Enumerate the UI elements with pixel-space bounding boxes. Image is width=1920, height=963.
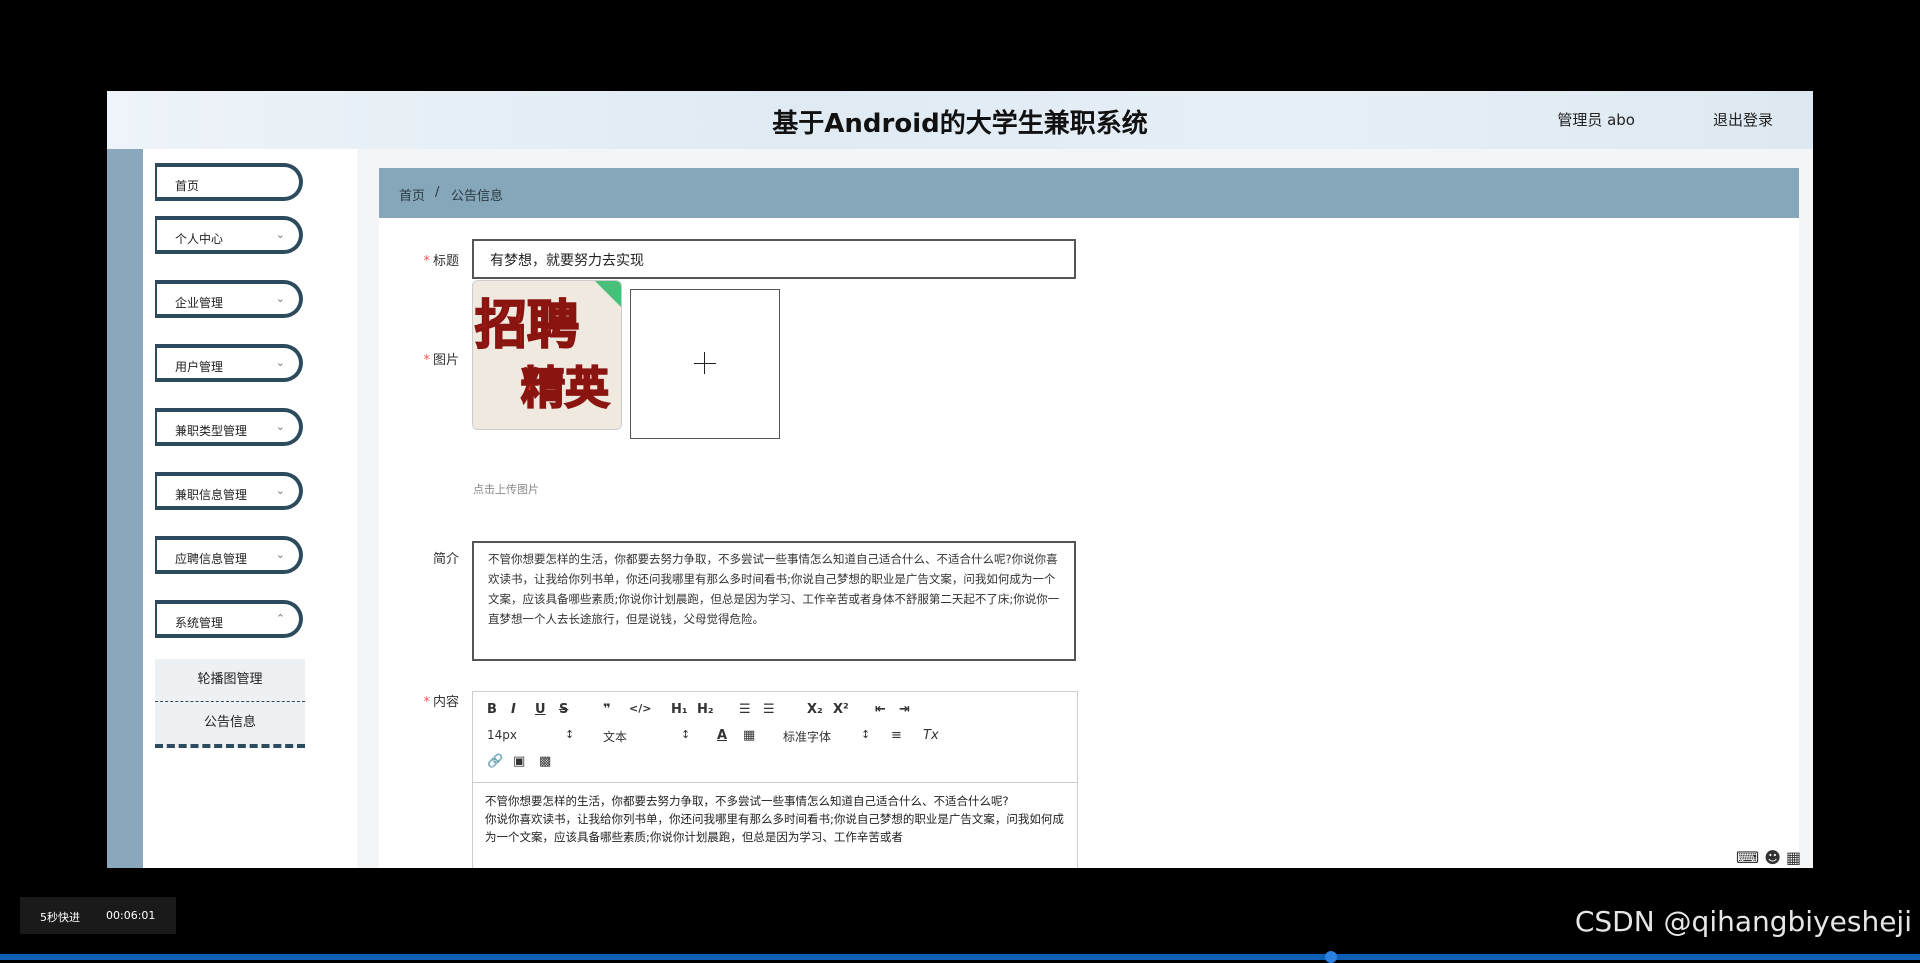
editor-content[interactable]: 不管你想要怎样的生活，你都要去努力争取，不多尝试一些事情怎么知道自己适合什么、不… xyxy=(485,792,1065,846)
sidebar-item-label: 首页 xyxy=(175,179,200,193)
sidebar-item-jobinfo[interactable]: 兼职信息管理 ⌄ xyxy=(155,472,303,510)
bold-button[interactable]: B xyxy=(487,702,497,717)
background-color-icon[interactable]: ▦ xyxy=(743,728,755,743)
person-icon[interactable]: ☻ xyxy=(1764,848,1781,867)
title-label: * 标题 xyxy=(423,254,459,269)
chevron-updown-icon: ↕ xyxy=(681,728,691,741)
indent-button[interactable]: ⇥ xyxy=(899,702,910,717)
breadcrumb-separator: / xyxy=(435,185,440,200)
editor-paragraph: 不管你想要怎样的生活，你都要去努力争取，不多尝试一些事情怎么知道自己适合什么、不… xyxy=(485,794,1009,808)
notice-form: * 标题 有梦想，就要努力去实现 * 图片 招聘 精英 点击上传图片 简介 不管你想… xyxy=(379,218,1799,868)
chevron-updown-icon: ↕ xyxy=(861,728,871,741)
sidebar-item-jobtype[interactable]: 兼职类型管理 ⌄ xyxy=(155,408,303,446)
main-content: 首页 / 公告信息 * 标题 有梦想，就要努力去实现 * 图片 招聘 精英 点击上传… xyxy=(357,149,1813,868)
h1-button[interactable]: H₁ xyxy=(671,702,688,717)
superscript-button[interactable]: X² xyxy=(833,702,849,717)
content-label: * 内容 xyxy=(423,695,459,710)
chevron-down-icon: ⌄ xyxy=(275,228,285,241)
strike-button[interactable]: S xyxy=(559,702,568,717)
recruit-image: 招聘 精英 xyxy=(473,281,621,429)
user-name: 管理员 abo xyxy=(1557,111,1635,129)
editor-paragraph: 你说你喜欢读书，让我给你列书单，你还问我哪里有那么多时间看书;你说自己梦想的职业… xyxy=(485,812,1064,844)
chevron-down-icon: ⌄ xyxy=(275,356,285,369)
align-icon[interactable]: ≡ xyxy=(891,728,902,743)
video-icon[interactable]: ▩ xyxy=(539,754,551,769)
editor-toolbar: B I U S ❞ </> H₁ H₂ ☰ ☰ X₂ X² ⇤ ⇥ 14px ↕ xyxy=(473,692,1077,783)
image-icon[interactable]: ▣ xyxy=(513,754,525,769)
sidebar-subitem-carousel[interactable]: 轮播图管理 xyxy=(155,659,305,702)
title-input[interactable]: 有梦想，就要努力去实现 xyxy=(472,239,1076,279)
speed-label[interactable]: 5秒快进 xyxy=(40,909,80,925)
time-label: 00:06:01 xyxy=(106,909,156,922)
sidebar: 首页 个人中心 ⌄ 企业管理 ⌄ 用户管理 ⌄ 兼职类型管理 ⌄ 兼职信息管理 ⌄ 应聘信… xyxy=(143,149,357,868)
chevron-down-icon: ⌄ xyxy=(275,484,285,497)
video-overlay: 5秒快进 00:06:01 xyxy=(20,897,176,934)
chevron-up-icon: ⌃ xyxy=(275,612,285,625)
sidebar-item-company[interactable]: 企业管理 ⌄ xyxy=(155,280,303,318)
logout-link[interactable]: 退出登录 xyxy=(1713,109,1773,130)
sidebar-item-label: 系统管理 xyxy=(175,616,224,630)
grid-icon[interactable]: ▦ xyxy=(1786,848,1801,867)
outdent-button[interactable]: ⇤ xyxy=(875,702,886,717)
h2-button[interactable]: H₂ xyxy=(697,702,714,717)
corner-toolbar: ⌨ ☻ ▦ xyxy=(1736,848,1801,867)
app-window: 基于Android的大学生兼职系统 管理员 abo 退出登录 首页 个人中心 ⌄ … xyxy=(107,91,1813,868)
text-type-select[interactable]: 文本 xyxy=(603,728,627,745)
sidebar-item-label: 企业管理 xyxy=(175,296,224,310)
font-family-select[interactable]: 标准字体 xyxy=(783,728,831,745)
sidebar-item-label: 应聘信息管理 xyxy=(175,552,248,566)
sidebar-item-label: 用户管理 xyxy=(175,360,224,374)
video-progress-bar[interactable] xyxy=(0,951,1920,963)
font-size-select[interactable]: 14px xyxy=(487,728,517,742)
sidebar-subitem-notice[interactable]: 公告信息 xyxy=(155,702,305,748)
sidebar-item-users[interactable]: 用户管理 ⌄ xyxy=(155,344,303,382)
font-color-icon[interactable]: A xyxy=(717,728,727,743)
code-button[interactable]: </> xyxy=(629,702,651,715)
sidebar-item-label: 兼职信息管理 xyxy=(175,488,248,502)
chevron-updown-icon: ↕ xyxy=(565,728,575,741)
chevron-down-icon: ⌄ xyxy=(275,292,285,305)
sidebar-item-label: 兼职类型管理 xyxy=(175,424,248,438)
ordered-list-button[interactable]: ☰ xyxy=(739,702,751,717)
keyboard-icon[interactable]: ⌨ xyxy=(1736,848,1759,867)
header: 基于Android的大学生兼职系统 管理员 abo 退出登录 xyxy=(107,91,1813,149)
unordered-list-button[interactable]: ☰ xyxy=(763,702,775,717)
breadcrumb-current: 公告信息 xyxy=(451,189,504,204)
upload-add-button[interactable] xyxy=(630,289,780,439)
clear-format-button[interactable]: Tx xyxy=(923,728,939,743)
sidebar-item-profile[interactable]: 个人中心 ⌄ xyxy=(155,216,303,254)
sidebar-item-label: 个人中心 xyxy=(175,232,224,246)
underline-button[interactable]: U xyxy=(535,702,546,717)
intro-textarea[interactable]: 不管你想要怎样的生活，你都要去努力争取，不多尝试一些事情怎么知道自己适合什么、不… xyxy=(472,541,1076,661)
uploaded-image[interactable]: 招聘 精英 xyxy=(472,280,622,430)
svg-text:精英: 精英 xyxy=(521,363,610,414)
watermark: CSDN @qihangbiyesheji xyxy=(1574,905,1912,938)
italic-button[interactable]: I xyxy=(511,702,516,717)
chevron-down-icon: ⌄ xyxy=(275,548,285,561)
upload-tip: 点击上传图片 xyxy=(473,483,539,496)
sidebar-strip xyxy=(107,149,143,868)
intro-label: 简介 xyxy=(432,552,459,567)
chevron-down-icon: ⌄ xyxy=(275,420,285,433)
breadcrumb-home[interactable]: 首页 xyxy=(399,185,425,204)
progress-handle[interactable] xyxy=(1325,951,1337,963)
quote-button[interactable]: ❞ xyxy=(603,702,611,717)
sidebar-item-application[interactable]: 应聘信息管理 ⌄ xyxy=(155,536,303,574)
link-icon[interactable]: 🔗 xyxy=(487,754,503,769)
image-label: * 图片 xyxy=(423,353,459,368)
rich-text-editor[interactable]: B I U S ❞ </> H₁ H₂ ☰ ☰ X₂ X² ⇤ ⇥ 14px ↕ xyxy=(472,691,1078,868)
subscript-button[interactable]: X₂ xyxy=(807,702,823,717)
breadcrumb: 首页 / 公告信息 xyxy=(379,168,1799,218)
sidebar-item-home[interactable]: 首页 xyxy=(155,163,303,201)
sidebar-item-system[interactable]: 系统管理 ⌃ xyxy=(155,600,303,638)
svg-text:招聘: 招聘 xyxy=(475,296,579,356)
